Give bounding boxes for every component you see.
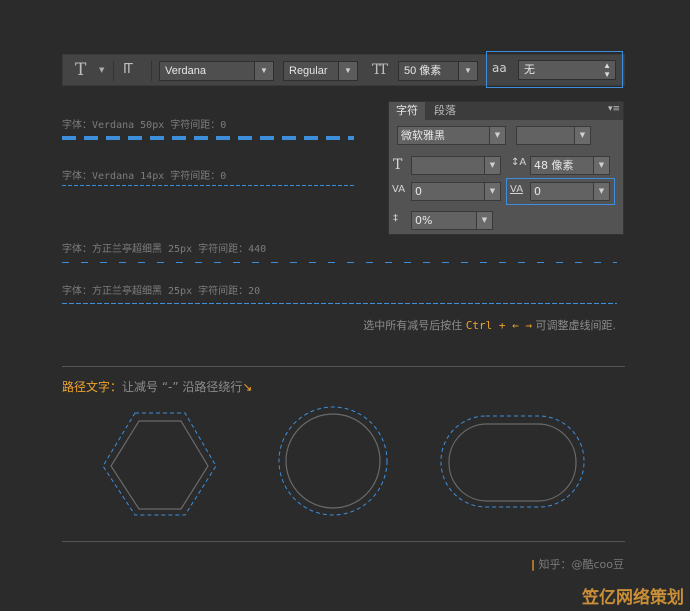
- dashed-line-3: [62, 262, 617, 263]
- vertical-shift-icon: ‡: [393, 213, 398, 224]
- dashed-line-2: [62, 185, 354, 186]
- divider-top: [62, 366, 625, 367]
- panel-font-style-select[interactable]: ▼: [516, 126, 591, 145]
- chevron-down-icon: ▼: [338, 62, 357, 80]
- font-size-icon: T: [393, 157, 403, 173]
- path-text-title: 路径文字：让减号 “-” 沿路径绕行↘: [62, 378, 252, 395]
- chevron-down-icon: ▼: [489, 127, 505, 144]
- divider-bottom: [62, 541, 625, 542]
- path-title-rest: 让减号 “-” 沿路径绕行: [122, 380, 243, 394]
- watermark: 笠亿网络策划: [582, 588, 684, 608]
- font-family-select[interactable]: Verdana ▼: [159, 61, 274, 81]
- text-tool-icon[interactable]: T: [75, 60, 86, 80]
- panel-leading-value: 48 像素: [534, 159, 574, 172]
- kerning-icon: VA: [392, 184, 406, 195]
- tab-character[interactable]: 字符: [389, 102, 425, 120]
- panel-tracking-value: 0: [534, 185, 541, 198]
- font-size-select[interactable]: 50 像素 ▼: [398, 61, 478, 81]
- chevron-down-icon: ▼: [593, 183, 609, 200]
- pill-shape: [448, 423, 577, 502]
- chevron-down-icon: ▼: [254, 62, 273, 80]
- font-size-value: 50 像素: [404, 65, 442, 77]
- font-style-select[interactable]: Regular ▼: [283, 61, 358, 81]
- font-style-value: Regular: [289, 65, 328, 77]
- chevron-down-icon: ▼: [484, 157, 500, 174]
- credit: | 知乎：@酷coo豆: [531, 556, 624, 572]
- panel-font-family-select[interactable]: 微软雅黑 ▼: [397, 126, 506, 145]
- panel-tabs: 字符 段落 ▾≡: [389, 102, 623, 120]
- anti-alias-group: aa 无 ▲ ▼: [486, 51, 623, 88]
- chevron-down-icon: ▼: [458, 62, 477, 80]
- arrow-icon: ↘: [242, 380, 253, 394]
- tracking-icon: VA: [510, 184, 524, 195]
- font-family-value: Verdana: [165, 65, 206, 77]
- panel-leading-select[interactable]: 48 像素 ▼: [530, 156, 610, 175]
- credit-bar: |: [530, 558, 535, 571]
- panel-font-family-value: 微软雅黑: [401, 129, 445, 142]
- leading-icon: ↕A: [511, 157, 527, 168]
- chevron-down-icon: ▼: [476, 212, 492, 229]
- hexagon-dashed: [102, 412, 217, 516]
- circle-shape: [285, 413, 381, 509]
- credit-text: 知乎：@酷coo豆: [538, 558, 624, 571]
- chevron-down-icon[interactable]: ▼: [99, 66, 104, 74]
- pill-dashed: [440, 415, 585, 508]
- panel-font-size-select[interactable]: ▼: [411, 156, 501, 175]
- chevron-down-icon: ▼: [484, 183, 500, 200]
- anti-alias-icon: aa: [492, 61, 507, 75]
- tracking-hint: 选中所有减号后按住 Ctrl + ← → 可调整虚线间距.: [363, 317, 616, 333]
- anti-alias-select[interactable]: 无 ▲ ▼: [518, 60, 616, 80]
- panel-tracking-select[interactable]: 0 ▼: [530, 182, 610, 201]
- hint-prefix: 选中所有减号后按住: [363, 319, 463, 332]
- panel-scale-value: 0%: [415, 214, 433, 227]
- panel-scale-select[interactable]: 0% ▼: [411, 211, 493, 230]
- sample-caption-3: 字体：方正兰亭超细黑 25px 字符间距：440: [62, 244, 267, 255]
- dashed-line-4: [62, 303, 617, 304]
- chevron-down-icon: ▼: [574, 127, 590, 144]
- hexagon-shape: [110, 420, 209, 510]
- toggle-orientation-icon[interactable]: IT: [123, 62, 133, 77]
- hint-suffix: 可调整虚线间距.: [535, 319, 617, 332]
- panel-kerning-value: 0: [415, 185, 422, 198]
- path-shapes: [102, 406, 585, 516]
- updown-arrow-icon: ▲ ▼: [603, 61, 611, 79]
- sample-caption-2: 字体：Verdana 14px 字符间距：0: [62, 171, 227, 182]
- font-size-icon: TT: [372, 62, 388, 78]
- character-panel: 字符 段落 ▾≡ 微软雅黑 ▼ ▼ T ▼ ↕A 48 像素 ▼ VA 0 ▼ …: [388, 101, 624, 235]
- path-title-highlight: 路径文字：: [62, 380, 123, 394]
- panel-menu-icon[interactable]: ▾≡: [608, 104, 620, 114]
- sample-caption-4: 字体：方正兰亭超细黑 25px 字符间距：20: [62, 286, 261, 297]
- circle-dashed: [278, 406, 388, 516]
- hint-keys: Ctrl + ← →: [465, 319, 532, 332]
- tab-paragraph[interactable]: 段落: [427, 102, 463, 120]
- chevron-down-icon: ▼: [593, 157, 609, 174]
- anti-alias-value: 无: [524, 64, 535, 76]
- panel-kerning-select[interactable]: 0 ▼: [411, 182, 501, 201]
- sample-caption-1: 字体：Verdana 50px 字符间距：0: [62, 120, 227, 131]
- dashed-line-1: [62, 136, 354, 140]
